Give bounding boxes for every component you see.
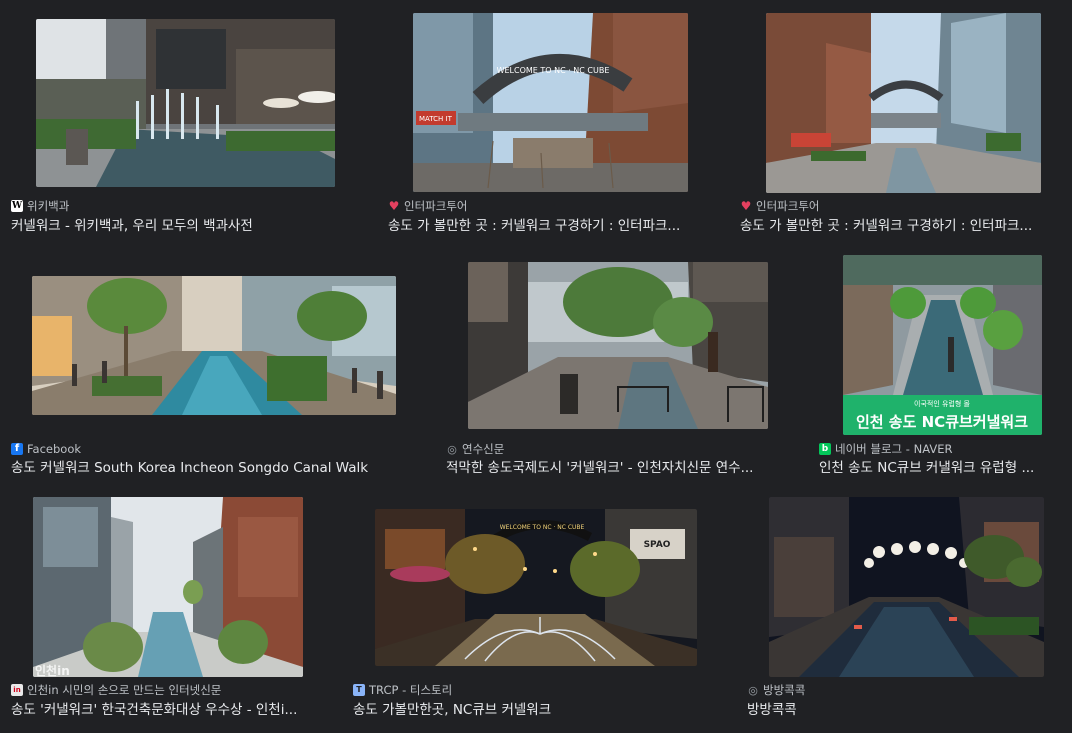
result-source: b 네이버 블로그 - NAVER (819, 441, 952, 457)
naver-blog-icon: b (819, 443, 831, 455)
result-title[interactable]: 방방콕콕 (747, 701, 1047, 719)
result-source: ◎ 연수신문 (446, 441, 504, 457)
result-source-label: 방방콕콕 (763, 683, 806, 697)
result-source-label: 연수신문 (462, 442, 505, 456)
result-title[interactable]: 커넬워크 - 위키백과, 우리 모두의 백과사전 (11, 217, 341, 235)
shop-sign-text: MATCH IT (419, 115, 453, 123)
result-title[interactable]: 송도 커넬워크 South Korea Incheon Songdo Canal… (11, 459, 391, 477)
result-title[interactable]: 송도 가볼만한곳, NC큐브 커넬워크 (353, 701, 713, 719)
result-thumbnail[interactable] (769, 497, 1044, 677)
result-source-label: 인터파크투어 (756, 199, 820, 213)
result-title[interactable]: 송도 '커낼워크' 한국건축문화대상 우수상 - 인천i... (11, 701, 326, 719)
result-thumbnail[interactable]: 인천in (33, 497, 303, 677)
result-source: W 위키백과 (11, 198, 69, 214)
result-source-label: 인터파크투어 (404, 199, 468, 213)
result-source-label: 위키백과 (27, 199, 70, 213)
banner-title: 인천 송도 NC큐브커낼워크 (856, 413, 1028, 431)
result-title[interactable]: 적막한 송도국제도시 '커넬워크' - 인천자치신문 연수... (446, 459, 788, 477)
result-thumbnail[interactable] (468, 262, 768, 429)
arch-sign-text: WELCOME TO NC · NC CUBE (500, 524, 585, 531)
result-source-label: Facebook (27, 442, 82, 456)
banner-caption: 이국적인 유럽형 몰 (914, 399, 971, 408)
arch-sign-text: WELCOME TO NC · NC CUBE (497, 66, 610, 75)
result-source: T TRCP - 티스토리 (353, 682, 452, 698)
result-source-label: TRCP - 티스토리 (369, 683, 453, 697)
result-source-label: 인천in 시민의 손으로 만드는 인터넷신문 (27, 683, 222, 697)
result-thumbnail[interactable] (36, 19, 335, 187)
incheonin-icon: in (11, 684, 23, 696)
result-source: in 인천in 시민의 손으로 만드는 인터넷신문 (11, 682, 221, 698)
result-source: ◎ 방방콕콕 (747, 682, 805, 698)
result-thumbnail[interactable]: 이국적인 유럽형 몰 인천 송도 NC큐브커낼워크 (843, 255, 1042, 435)
result-title[interactable]: 송도 가 볼만한 곳 : 커넬워크 구경하기 : 인터파크... (388, 217, 718, 235)
globe-icon: ◎ (447, 442, 457, 456)
heart-icon: ♥ (740, 199, 752, 213)
facebook-icon: f (11, 443, 23, 455)
result-thumbnail[interactable]: WELCOME TO NC · NC CUBE MATCH IT (413, 13, 688, 192)
result-source: ♥ 인터파크투어 (740, 198, 820, 214)
result-thumbnail[interactable] (32, 276, 396, 415)
heart-icon: ♥ (388, 199, 400, 213)
result-source: f Facebook (11, 441, 81, 457)
watermark-text: 인천in (35, 663, 70, 677)
result-source-label: 네이버 블로그 - NAVER (835, 442, 953, 456)
result-source: ♥ 인터파크투어 (388, 198, 468, 214)
globe-icon: ◎ (748, 683, 758, 697)
tistory-icon: T (353, 684, 365, 696)
result-thumbnail[interactable] (766, 13, 1041, 193)
result-thumbnail[interactable]: SPAO WELCOME TO NC · NC CUBE (375, 509, 697, 666)
shop-sign-text: SPAO (644, 540, 671, 550)
result-title[interactable]: 인천 송도 NC큐브 커낼워크 유럽형 ... (819, 459, 1064, 477)
wikipedia-icon: W (11, 200, 23, 212)
result-title[interactable]: 송도 가 볼만한 곳 : 커넬워크 구경하기 : 인터파크... (740, 217, 1062, 235)
